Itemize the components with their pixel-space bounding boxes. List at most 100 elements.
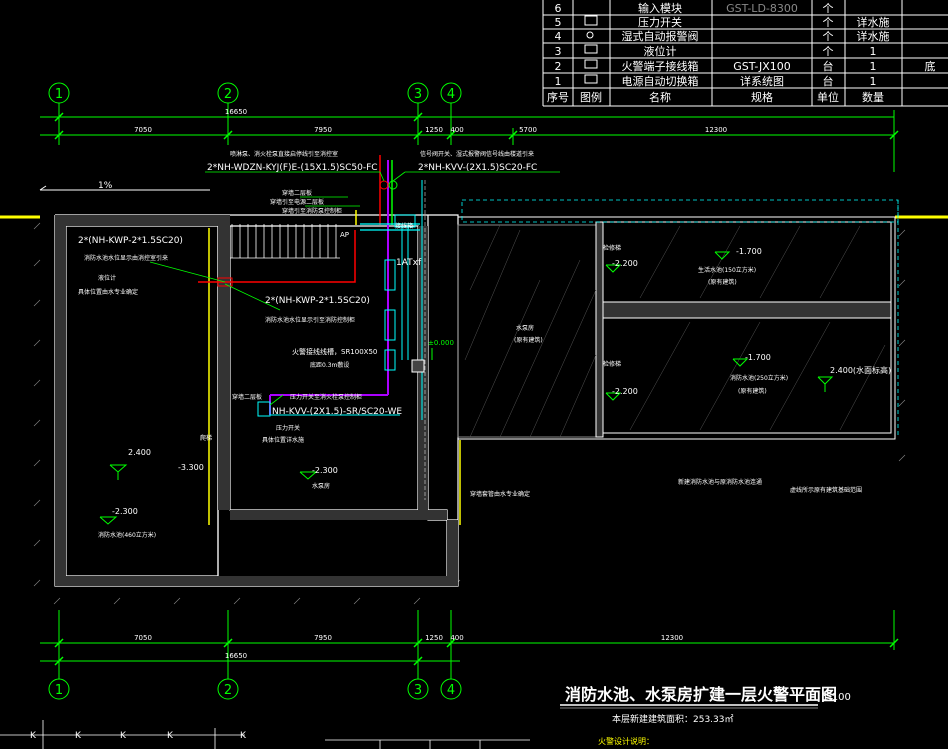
svg-text:K: K <box>30 731 37 741</box>
legend-row-2-spec: GST-JX100 <box>733 60 791 73</box>
r1-elev: -1.700 <box>736 247 762 256</box>
legend-row-1-spec: 详系统图 <box>740 74 784 88</box>
legend-header-qty: 数量 <box>862 91 884 104</box>
axis-2-bottom: 2 <box>224 683 232 698</box>
r2-right: 2.400(水面标高) <box>830 365 891 375</box>
drawing-title: 消防水池、水泵房扩建一层火警平面图 <box>565 685 837 704</box>
area-note: 本层新建建筑面积：253.33㎡ <box>612 713 734 725</box>
legend-row-2-name: 火警端子接线箱 <box>622 59 699 73</box>
bottom-cable-markers: KKKKK <box>30 731 247 741</box>
room-name: 水泵房 <box>312 482 330 490</box>
elev-pool: 2.400 <box>128 448 151 457</box>
annotation-text: 喷淋泵、消火栓泵直接启停线引至消控室 2*NH-WDZN-KYJ(F)E-(15… <box>78 150 891 539</box>
axis-3-bottom: 3 <box>414 683 422 698</box>
dim-bottom-total: 16650 <box>225 652 247 660</box>
top-right-cable: 2*NH-KVV-(2X1.5)SC20-FC <box>418 163 537 173</box>
wall-ref: 穿墙套管由水专业确定 <box>470 490 530 498</box>
legend-header-no: 序号 <box>547 90 569 104</box>
wiring <box>198 155 426 500</box>
dim-top-5: 5700 <box>519 126 537 134</box>
slope-label: 1% <box>98 181 113 191</box>
legend-row-1-unit: 台 <box>823 74 834 88</box>
legend-header-spec: 规格 <box>751 90 773 104</box>
legend-header-name: 名称 <box>649 90 671 104</box>
pressure-switch-note: 具体位置详水施 <box>262 436 304 444</box>
ladder-a: 检修梯 <box>603 244 621 252</box>
legend-row-2-qty: 1 <box>870 60 877 73</box>
stair-note-3: 穿墙引至消防泵控制柜 <box>282 207 342 215</box>
kvv-cable: NH-KVV-(2X1.5)-SR/SC20-WE <box>272 407 402 417</box>
drawing-canvas: 6 输入模块 GST-LD-8300 个 5 压力开关 个 详水施 4 湿式自动… <box>0 0 948 749</box>
svg-text:K: K <box>167 731 174 741</box>
legend-row-6-unit: 个 <box>823 2 834 15</box>
axis-1-bottom: 1 <box>55 683 63 698</box>
input-module-icon <box>411 359 425 373</box>
elev-pool-neg: -3.300 <box>178 463 204 472</box>
r1-sub: (原有建筑) <box>708 278 737 286</box>
axis-4-bottom: 4 <box>447 683 455 698</box>
legend-row-4-name: 湿式自动报警阀 <box>622 29 699 43</box>
ground-line <box>0 185 948 219</box>
pump-room-sub: (原有建筑) <box>514 336 543 344</box>
legend-row-6-spec: GST-LD-8300 <box>726 2 798 15</box>
soil-hatch <box>33 222 906 605</box>
legend-row-3-name: 液位计 <box>644 44 677 58</box>
title-block: 消防水池、水泵房扩建一层火警平面图 1:100 本层新建建筑面积：253.33㎡… <box>560 685 851 746</box>
level-meter-note: 具体位置由水专业确定 <box>78 288 138 296</box>
alarm-valve-icon <box>388 180 398 190</box>
svg-text:K: K <box>240 731 247 741</box>
bottom-note-1: 新建消防水池与原消防水池连通 <box>678 478 762 486</box>
legend-row-2-unit: 台 <box>823 59 834 73</box>
r1-low: -2.200 <box>612 259 638 268</box>
switch-box-icon <box>584 74 598 84</box>
box-ap: AP <box>340 231 349 239</box>
dim-top-2: 7950 <box>314 126 332 134</box>
legend-row-4-qty: 详水施 <box>857 29 890 43</box>
legend-row-1-name: 电源自动切换箱 <box>622 74 699 88</box>
pipe-note-2: 底距0.3m敷设 <box>310 361 349 369</box>
stairs <box>230 224 340 259</box>
axis-1-top: 1 <box>55 87 63 102</box>
legend-header-symbol: 图例 <box>580 90 602 104</box>
dim-bottom-2: 7950 <box>314 634 332 642</box>
mid-cable: 2*(NH-KWP-2*1.5SC20) <box>265 296 370 306</box>
ladder-b: 检修梯 <box>603 360 621 368</box>
elev-floor: -2.300 <box>312 466 338 475</box>
box-1at: 1ATxf <box>396 258 422 268</box>
r2-sub: (原有建筑) <box>738 387 767 395</box>
pressure-switch: 压力开关 <box>276 424 300 432</box>
legend-row-3-unit: 个 <box>823 45 834 58</box>
leader-lines <box>149 171 560 406</box>
r2-low: -2.200 <box>612 387 638 396</box>
r2-name: 消防水池(250立方米) <box>730 374 788 382</box>
pressure-note: 压力开关至消火栓泵控制柜 <box>290 393 362 401</box>
level-meter-label: 液位计 <box>98 274 116 282</box>
box-label: 接线箱 <box>395 222 413 230</box>
legend-row-5-no: 5 <box>555 16 562 29</box>
legend-row-4-unit: 个 <box>823 30 834 43</box>
axis-3-top: 3 <box>414 87 422 102</box>
level-meter-icon <box>584 44 598 54</box>
zero-elev: ±0.000 <box>428 339 454 347</box>
ladder-label: 爬梯 <box>200 434 212 442</box>
legend-row-3-no: 3 <box>555 45 562 58</box>
svg-text:K: K <box>120 731 127 741</box>
dim-top-3: 1250 <box>425 126 443 134</box>
top-right-note: 信号阀开关、湿式报警阀信号线由楼道引来 <box>420 150 534 158</box>
left-cable: 2*(NH-KWP-2*1.5SC20) <box>78 236 183 246</box>
elev-pool-low: -2.300 <box>112 507 138 516</box>
svg-text:K: K <box>75 731 82 741</box>
legend-row-5-name: 压力开关 <box>638 15 682 29</box>
axis-4-top: 4 <box>447 87 455 102</box>
dim-bottom-5: 12300 <box>661 634 683 642</box>
legend-row-6-name: 输入模块 <box>638 1 682 15</box>
wall-note: 穿墙二层板 <box>232 393 262 401</box>
left-note: 消防水池水位显示由消控室引来 <box>84 254 168 262</box>
top-left-cable: 2*NH-WDZN-KYJ(F)E-(15X1.5)SC50-FC <box>207 163 378 173</box>
dim-bottom-3: 1250 <box>425 634 443 642</box>
r1-name: 生活水池(150立方米) <box>698 266 756 274</box>
dim-top-total: 16650 <box>225 108 247 116</box>
pipe-note: 火警接线线槽，SR100X50 <box>292 347 377 356</box>
legend-row-6-no: 6 <box>555 2 562 15</box>
legend-row-4-no: 4 <box>555 30 562 43</box>
